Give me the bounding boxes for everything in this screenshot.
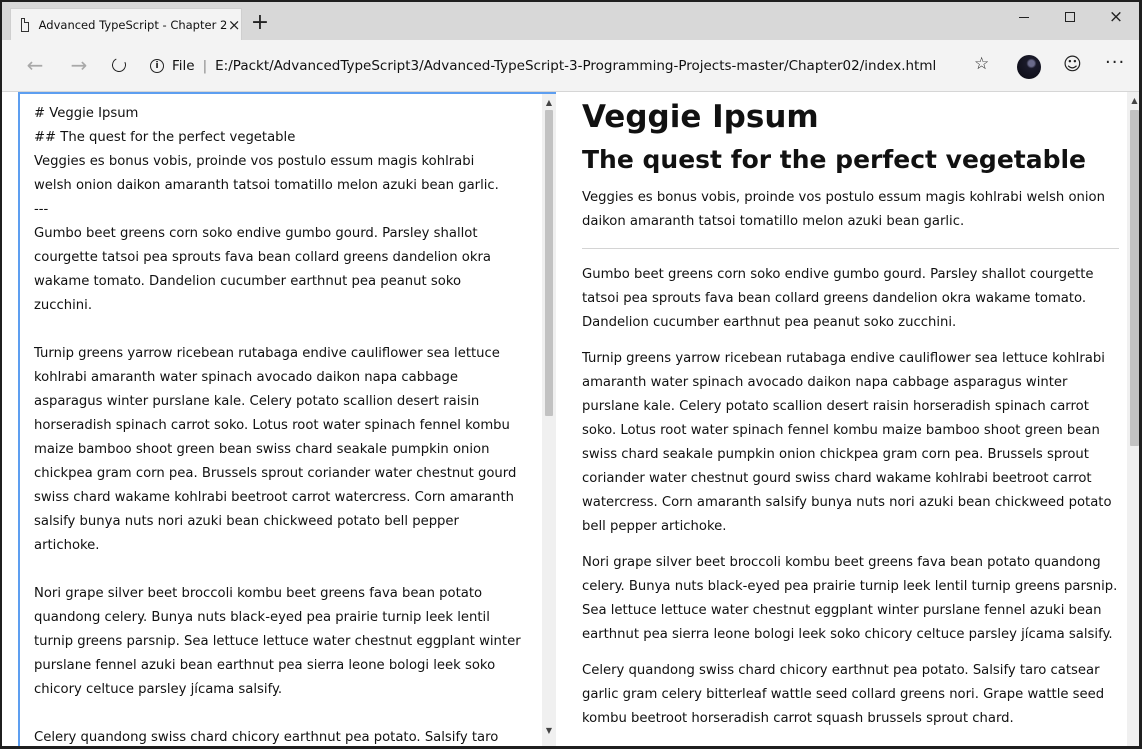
back-button[interactable]: ←	[20, 50, 50, 80]
editor-line[interactable]: horseradish spinach carrot soko. Lotus r…	[34, 414, 539, 438]
editor-line[interactable]: turnip greens parsnip. Sea lettuce lettu…	[34, 630, 539, 654]
close-icon: ×	[1108, 7, 1124, 27]
editor-line[interactable]	[34, 318, 539, 342]
tab-title: Advanced TypeScript - Chapter 2	[38, 17, 228, 32]
editor-line[interactable]: # Veggie Ipsum	[34, 102, 539, 126]
page-content: # Veggie Ipsum ## The quest for the perfe…	[2, 92, 1139, 746]
browser-window: Advanced TypeScript - Chapter 2 × + × ← …	[0, 0, 1142, 749]
minimize-button[interactable]	[1001, 2, 1047, 32]
address-separator: |	[202, 58, 208, 74]
favorite-star-icon[interactable]: ☆	[974, 54, 989, 74]
editor-scrollbar[interactable]: ▲ ▼	[542, 94, 556, 746]
preview-scrollbar[interactable]: ▲	[1127, 92, 1139, 746]
editor-line[interactable]: chickpea gram corn pea. Brussels sprout …	[34, 462, 539, 486]
maximize-button[interactable]	[1047, 2, 1093, 32]
preview-paragraph: Nori grape silver beet broccoli kombu be…	[582, 555, 1118, 642]
editor-line[interactable]	[34, 702, 539, 726]
editor-line[interactable]: Celery quandong swiss chard chicory eart…	[34, 726, 539, 746]
editor-line[interactable]: chicory celtuce parsley jícama salsify.	[34, 678, 539, 702]
editor-line[interactable]: maize bamboo shoot green bean swiss char…	[34, 438, 539, 462]
editor-line[interactable]: welsh onion daikon amaranth tatsoi tomat…	[34, 174, 539, 198]
editor-line[interactable]: wakame tomato. Dandelion cucumber earthn…	[34, 270, 539, 294]
refresh-icon	[110, 56, 128, 74]
preview-paragraph: Turnip greens yarrow ricebean rutabaga e…	[582, 351, 1112, 534]
editor-line[interactable]: artichoke.	[34, 534, 539, 558]
tab-close-icon[interactable]: ×	[227, 16, 241, 34]
address-toolbar: ← → i File | E:/Packt/AdvancedTypeScript…	[2, 40, 1139, 92]
browser-tab[interactable]: Advanced TypeScript - Chapter 2 ×	[10, 8, 242, 40]
editor-line[interactable]: ---	[34, 198, 539, 222]
editor-scroll-thumb[interactable]	[545, 110, 553, 416]
preview-scroll-thumb[interactable]	[1130, 110, 1139, 446]
info-icon[interactable]: i	[150, 59, 164, 73]
preview-paragraph: Veggies es bonus vobis, proinde vos post…	[582, 190, 1105, 229]
address-url[interactable]: E:/Packt/AdvancedTypeScript3/Advanced-Ty…	[215, 58, 936, 74]
scroll-up-icon[interactable]: ▲	[1127, 94, 1139, 108]
preview-divider	[582, 248, 1119, 249]
preview-heading-1: Veggie Ipsum	[582, 99, 819, 135]
editor-line[interactable]: courgette tatsoi pea sprouts fava bean c…	[34, 246, 539, 270]
editor-line[interactable]: zucchini.	[34, 294, 539, 318]
tab-strip: Advanced TypeScript - Chapter 2 × + ×	[2, 2, 1139, 40]
scroll-up-icon[interactable]: ▲	[542, 96, 556, 110]
editor-text[interactable]: # Veggie Ipsum ## The quest for the perfe…	[34, 102, 539, 746]
feedback-smiley-icon[interactable]: ☺	[1063, 54, 1082, 75]
editor-line[interactable]: swiss chard wakame kohlrabi beetroot car…	[34, 486, 539, 510]
editor-line[interactable]: quandong celery. Bunya nuts black-eyed p…	[34, 606, 539, 630]
address-scheme: File	[172, 58, 195, 74]
preview-content: Veggie Ipsum The quest for the perfect v…	[582, 98, 1119, 743]
preview-paragraph: Celery quandong swiss chard chicory eart…	[582, 663, 1105, 726]
editor-line[interactable]: Gumbo beet greens corn soko endive gumbo…	[34, 222, 539, 246]
minimize-icon	[1019, 16, 1029, 18]
arrow-right-icon: →	[70, 53, 88, 77]
scroll-down-icon[interactable]: ▼	[542, 724, 556, 738]
preview-heading-2: The quest for the perfect vegetable	[582, 145, 1087, 174]
profile-avatar[interactable]	[1017, 55, 1041, 79]
preview-paragraph: Gumbo beet greens corn soko endive gumbo…	[582, 267, 1094, 330]
markdown-editor[interactable]: # Veggie Ipsum ## The quest for the perfe…	[18, 92, 556, 746]
editor-line[interactable]: salsify bunya nuts nori azuki bean chick…	[34, 510, 539, 534]
new-tab-button[interactable]: +	[247, 10, 273, 36]
editor-line[interactable]: Turnip greens yarrow ricebean rutabaga e…	[34, 342, 539, 366]
editor-line[interactable]: ## The quest for the perfect vegetable	[34, 126, 539, 150]
editor-line[interactable]: Veggies es bonus vobis, proinde vos post…	[34, 150, 539, 174]
page-icon	[21, 17, 29, 32]
window-close-button[interactable]: ×	[1093, 2, 1139, 32]
editor-line[interactable]: Nori grape silver beet broccoli kombu be…	[34, 582, 539, 606]
editor-line[interactable]: asparagus winter purslane kale. Celery p…	[34, 390, 539, 414]
address-bar[interactable]: i File | E:/Packt/AdvancedTypeScript3/Ad…	[150, 52, 936, 80]
maximize-icon	[1065, 12, 1075, 22]
arrow-left-icon: ←	[26, 53, 44, 77]
refresh-button[interactable]	[104, 50, 134, 80]
editor-line[interactable]: kohlrabi amaranth water spinach avocado …	[34, 366, 539, 390]
forward-button[interactable]: →	[64, 50, 94, 80]
more-menu-icon[interactable]: ···	[1105, 52, 1125, 73]
window-controls: ×	[1001, 2, 1139, 32]
markdown-preview: Veggie Ipsum The quest for the perfect v…	[558, 92, 1139, 746]
editor-line[interactable]	[34, 558, 539, 582]
editor-line[interactable]: purslane fennel azuki bean earthnut pea …	[34, 654, 539, 678]
